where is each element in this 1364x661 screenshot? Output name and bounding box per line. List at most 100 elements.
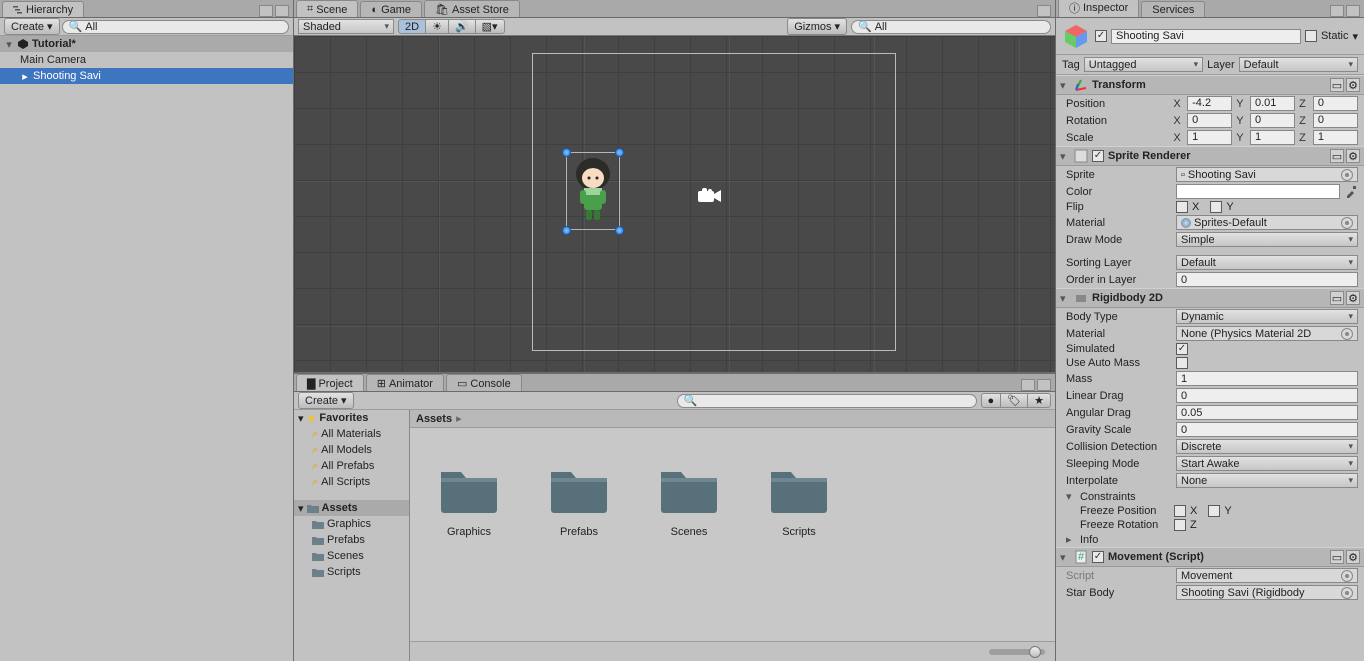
color-field[interactable] [1176, 184, 1340, 199]
create-button[interactable]: Create▾ [4, 18, 60, 35]
object-picker-icon[interactable] [1341, 169, 1353, 181]
shading-dropdown[interactable]: Shaded [298, 19, 394, 34]
component-enable-checkbox[interactable] [1092, 551, 1104, 563]
project-create-button[interactable]: Create▾ [298, 392, 354, 409]
lindrag-field[interactable]: 0 [1176, 388, 1358, 403]
object-picker-icon[interactable] [1341, 328, 1353, 340]
help-icon[interactable]: ▭ [1330, 78, 1344, 92]
gear-icon[interactable]: ⚙ [1346, 291, 1360, 305]
orderlayer-field[interactable]: 0 [1176, 272, 1358, 287]
gear-icon[interactable]: ⚙ [1346, 149, 1360, 163]
info-foldout[interactable]: ▸Info [1056, 532, 1364, 547]
pos-y-field[interactable]: 0.01 [1250, 96, 1295, 111]
component-enable-checkbox[interactable] [1092, 150, 1104, 162]
component-header-movement[interactable]: ▾ # Movement (Script) ▭⚙ [1056, 547, 1364, 567]
object-picker-icon[interactable] [1341, 587, 1353, 599]
freeze-rot-z-checkbox[interactable] [1174, 519, 1186, 531]
scale-y-field[interactable]: 1 [1250, 130, 1295, 145]
tab-hierarchy[interactable]: Hierarchy [2, 1, 84, 17]
hierarchy-item-camera[interactable]: Main Camera [0, 52, 293, 68]
tab-animator[interactable]: ⊞Animator [366, 374, 444, 391]
resize-handle[interactable] [562, 148, 571, 157]
simulated-checkbox[interactable] [1176, 343, 1188, 355]
panel-lock-icon[interactable] [1021, 379, 1035, 391]
filter-button[interactable]: 🏷 [1001, 393, 1028, 408]
collision-dropdown[interactable]: Discrete [1176, 439, 1358, 454]
panel-menu-icon[interactable] [1346, 5, 1360, 17]
tree-item[interactable]: Scenes [294, 548, 409, 564]
component-header-rigidbody2d[interactable]: ▾ Rigidbody 2D ▭⚙ [1056, 288, 1364, 308]
panel-menu-icon[interactable] [1037, 379, 1051, 391]
drawmode-dropdown[interactable]: Simple [1176, 232, 1358, 247]
sleep-dropdown[interactable]: Start Awake [1176, 456, 1358, 471]
fx-toggle[interactable]: ▧▾ [476, 19, 505, 34]
sortlayer-dropdown[interactable]: Default [1176, 255, 1358, 270]
foldout-icon[interactable]: ▾ [4, 38, 14, 51]
resize-handle[interactable] [562, 226, 571, 235]
fav-item[interactable]: ⌕All Scripts [294, 474, 409, 490]
freeze-pos-x-checkbox[interactable] [1174, 505, 1186, 517]
object-picker-icon[interactable] [1341, 217, 1353, 229]
folder-asset[interactable]: Scripts [766, 464, 832, 538]
tag-dropdown[interactable]: Untagged [1084, 57, 1203, 72]
gear-icon[interactable]: ⚙ [1346, 78, 1360, 92]
help-icon[interactable]: ▭ [1330, 291, 1344, 305]
panel-menu-icon[interactable] [275, 5, 289, 17]
scene-search[interactable]: 🔍All [851, 20, 1051, 34]
panel-lock-icon[interactable] [259, 5, 273, 17]
gravity-field[interactable]: 0 [1176, 422, 1358, 437]
fav-item[interactable]: ⌕All Materials [294, 426, 409, 442]
project-search[interactable]: 🔍 [677, 394, 977, 408]
starbody-ref-field[interactable]: Shooting Savi (Rigidbody [1176, 585, 1358, 600]
bodytype-dropdown[interactable]: Dynamic [1176, 309, 1358, 324]
gizmos-dropdown[interactable]: Gizmos▾ [787, 18, 847, 35]
tab-game[interactable]: ◐Game [360, 1, 422, 17]
angdrag-field[interactable]: 0.05 [1176, 405, 1358, 420]
tab-scene[interactable]: ⌗Scene [296, 0, 358, 17]
favorites-header[interactable]: ▾★Favorites [294, 410, 409, 426]
panel-menu-icon[interactable] [1037, 5, 1051, 17]
breadcrumb[interactable]: Assets▸ [410, 410, 1055, 428]
scale-x-field[interactable]: 1 [1187, 130, 1232, 145]
slider-knob[interactable] [1029, 646, 1041, 658]
tab-services[interactable]: Services [1141, 1, 1205, 17]
tab-inspector[interactable]: ⓘInspector [1058, 0, 1139, 17]
freeze-pos-y-checkbox[interactable] [1208, 505, 1220, 517]
material-ref-field[interactable]: Sprites-Default [1176, 215, 1358, 230]
pos-x-field[interactable]: -4.2 [1187, 96, 1232, 111]
scene-viewport[interactable] [294, 36, 1055, 372]
2d-toggle[interactable]: 2D [398, 19, 426, 34]
gear-icon[interactable]: ⚙ [1346, 550, 1360, 564]
folder-asset[interactable]: Graphics [436, 464, 502, 538]
resize-handle[interactable] [615, 226, 624, 235]
help-icon[interactable]: ▭ [1330, 149, 1344, 163]
name-field[interactable]: Shooting Savi [1111, 29, 1301, 44]
physmaterial-ref-field[interactable]: None (Physics Material 2D [1176, 326, 1358, 341]
sprite-ref-field[interactable]: ▫Shooting Savi [1176, 167, 1358, 182]
flip-y-checkbox[interactable] [1210, 201, 1222, 213]
tab-project[interactable]: ▇Project [296, 374, 364, 391]
foldout-icon[interactable]: ▸ [20, 70, 30, 83]
tree-item[interactable]: Scripts [294, 564, 409, 580]
assets-grid[interactable]: Graphics Prefabs Scenes Scripts [410, 428, 1055, 641]
lighting-toggle[interactable]: ☀ [426, 19, 449, 34]
filter-button[interactable]: ● [981, 393, 1002, 408]
hierarchy-item-shooting-savi[interactable]: ▸Shooting Savi [0, 68, 293, 84]
flip-x-checkbox[interactable] [1176, 201, 1188, 213]
tree-item[interactable]: Prefabs [294, 532, 409, 548]
audio-toggle[interactable]: 🔊 [449, 19, 476, 34]
fav-item[interactable]: ⌕All Models [294, 442, 409, 458]
interp-dropdown[interactable]: None [1176, 473, 1358, 488]
folder-asset[interactable]: Prefabs [546, 464, 612, 538]
static-checkbox[interactable] [1305, 30, 1317, 42]
rot-z-field[interactable]: 0 [1313, 113, 1358, 128]
layer-dropdown[interactable]: Default [1239, 57, 1358, 72]
project-tree[interactable]: ▾★Favorites ⌕All Materials ⌕All Models ⌕… [294, 410, 410, 661]
component-header-transform[interactable]: ▾ Transform ▭⚙ [1056, 75, 1364, 95]
foldout-icon[interactable]: ▾ [1060, 150, 1070, 163]
hierarchy-search[interactable]: 🔍All [62, 20, 289, 34]
assets-header[interactable]: ▾Assets [294, 500, 409, 516]
scale-z-field[interactable]: 1 [1313, 130, 1358, 145]
filter-button[interactable]: ★ [1028, 393, 1051, 408]
rot-y-field[interactable]: 0 [1250, 113, 1295, 128]
